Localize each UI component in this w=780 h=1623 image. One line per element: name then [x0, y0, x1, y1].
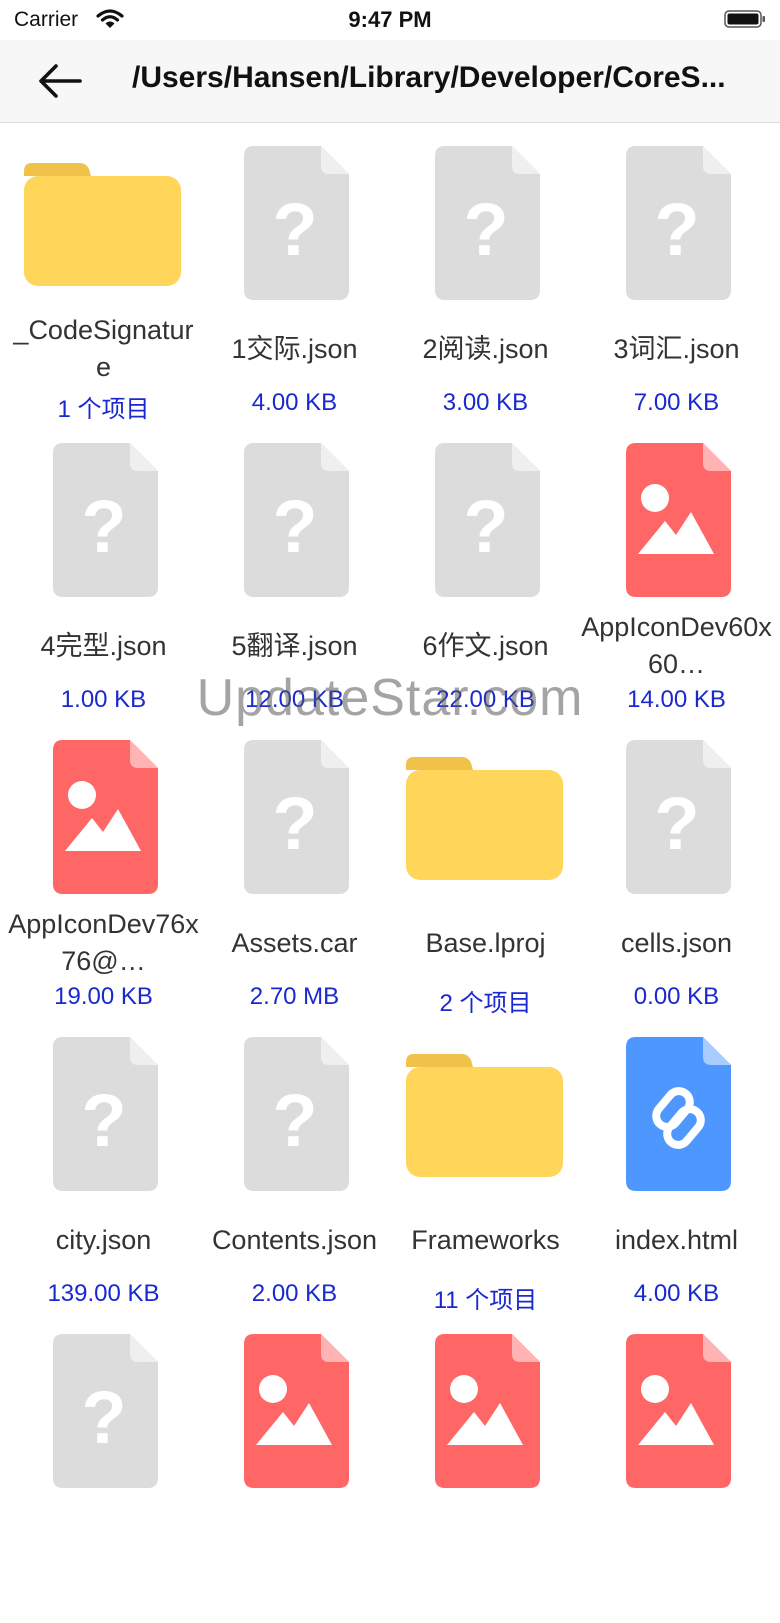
file-name [8, 1498, 199, 1576]
path-title: /Users/Hansen/Library/Developer/CoreS... [132, 61, 726, 94]
file-item[interactable]: ? Contents.json 2.00 KB [199, 1029, 390, 1326]
file-size: 1.00 KB [60, 686, 147, 713]
folder-icon [8, 138, 199, 304]
file-name: index.html [614, 1224, 739, 1255]
svg-text:?: ? [81, 485, 126, 568]
unknown-file-icon: ? [390, 435, 581, 601]
file-item[interactable]: ? cells.json 0.00 KB [581, 732, 772, 1029]
navigation-bar: /Users/Hansen/Library/Developer/CoreS... [0, 40, 780, 123]
svg-text:?: ? [272, 1079, 317, 1162]
file-item[interactable] [390, 1326, 581, 1623]
file-name: city.json [55, 1224, 152, 1255]
image-file-icon [581, 1326, 772, 1492]
file-name: Frameworks [411, 1224, 560, 1255]
file-name: 2阅读.json [422, 333, 549, 364]
file-name: AppIconDev76x76@… [8, 909, 199, 976]
file-size: 7.00 KB [633, 389, 720, 416]
file-size: 14.00 KB [627, 686, 726, 713]
svg-text:?: ? [463, 188, 508, 271]
status-time: 9:47 PM [348, 7, 432, 32]
unknown-file-icon: ? [390, 138, 581, 304]
file-item[interactable] [199, 1326, 390, 1623]
file-size: 19.00 KB [54, 983, 153, 1010]
file-size: 2.70 MB [249, 983, 340, 1010]
unknown-file-icon: ? [8, 1326, 199, 1492]
svg-text:?: ? [654, 782, 699, 865]
unknown-file-icon: ? [199, 1029, 390, 1195]
file-item[interactable] [581, 1326, 772, 1623]
battery-icon [724, 10, 766, 28]
file-name: 1交际.json [231, 333, 358, 364]
file-item[interactable]: _CodeSignature 1 个项目 [8, 138, 199, 435]
file-item[interactable]: Frameworks 11 个项目 [390, 1029, 581, 1326]
file-name: 6作文.json [422, 630, 549, 661]
svg-text:?: ? [463, 485, 508, 568]
status-bar: Carrier 9:47 PM [0, 0, 780, 40]
image-file-icon [581, 435, 772, 601]
svg-text:?: ? [81, 1376, 126, 1459]
file-size: 1 个项目 [57, 396, 150, 423]
file-item[interactable]: AppIconDev60x60… 14.00 KB [581, 435, 772, 732]
image-file-icon [8, 732, 199, 898]
file-item[interactable]: ? 4完型.json 1.00 KB [8, 435, 199, 732]
file-name: 5翻译.json [231, 630, 358, 661]
unknown-file-icon: ? [581, 732, 772, 898]
unknown-file-icon: ? [8, 1029, 199, 1195]
image-file-icon [390, 1326, 581, 1492]
link-file-icon [581, 1029, 772, 1195]
svg-text:?: ? [81, 1079, 126, 1162]
file-grid: _CodeSignature 1 个项目? 1交际.json 4.00 KB? 2阅读.… [8, 138, 772, 1623]
image-file-icon [199, 1326, 390, 1492]
file-size: 139.00 KB [47, 1280, 160, 1307]
unknown-file-icon: ? [581, 138, 772, 304]
file-item[interactable]: ? 2阅读.json 3.00 KB [390, 138, 581, 435]
file-name [199, 1498, 390, 1576]
file-name: 4完型.json [40, 630, 167, 661]
file-name: 3词汇.json [613, 333, 740, 364]
file-item[interactable]: ? 5翻译.json 12.00 KB [199, 435, 390, 732]
folder-icon [390, 1029, 581, 1195]
file-name [390, 1498, 581, 1576]
file-item[interactable]: ? 6作文.json 22.00 KB [390, 435, 581, 732]
svg-text:?: ? [272, 485, 317, 568]
file-size: 2.00 KB [251, 1280, 338, 1307]
file-size: 22.00 KB [436, 686, 535, 713]
file-size: 4.00 KB [633, 1280, 720, 1307]
file-item[interactable]: ? 1交际.json 4.00 KB [199, 138, 390, 435]
unknown-file-icon: ? [199, 138, 390, 304]
file-name [581, 1498, 772, 1576]
file-name: AppIconDev60x60… [581, 612, 772, 679]
file-size: 2 个项目 [439, 990, 532, 1017]
svg-text:?: ? [654, 188, 699, 271]
file-item[interactable]: index.html 4.00 KB [581, 1029, 772, 1326]
file-size: 0.00 KB [633, 983, 720, 1010]
file-item[interactable]: ? 3词汇.json 7.00 KB [581, 138, 772, 435]
file-item[interactable]: ? Assets.car 2.70 MB [199, 732, 390, 1029]
file-name: Contents.json [211, 1224, 378, 1255]
svg-text:?: ? [272, 782, 317, 865]
file-size: 11 个项目 [433, 1287, 538, 1314]
unknown-file-icon: ? [199, 732, 390, 898]
file-size: 12.00 KB [245, 686, 344, 713]
file-item[interactable]: ? [8, 1326, 199, 1623]
file-item[interactable]: Base.lproj 2 个项目 [390, 732, 581, 1029]
unknown-file-icon: ? [8, 435, 199, 601]
svg-text:?: ? [272, 188, 317, 271]
file-size: 4.00 KB [251, 389, 338, 416]
file-item[interactable]: AppIconDev76x76@… 19.00 KB [8, 732, 199, 1029]
file-name: Base.lproj [425, 927, 546, 958]
back-button[interactable] [36, 62, 84, 100]
file-name: Assets.car [231, 927, 358, 958]
folder-icon [390, 732, 581, 898]
file-name: cells.json [620, 927, 733, 958]
back-arrow-icon [39, 64, 82, 98]
file-name: _CodeSignature [13, 315, 194, 382]
file-item[interactable]: ? city.json 139.00 KB [8, 1029, 199, 1326]
file-size: 3.00 KB [442, 389, 529, 416]
unknown-file-icon: ? [199, 435, 390, 601]
